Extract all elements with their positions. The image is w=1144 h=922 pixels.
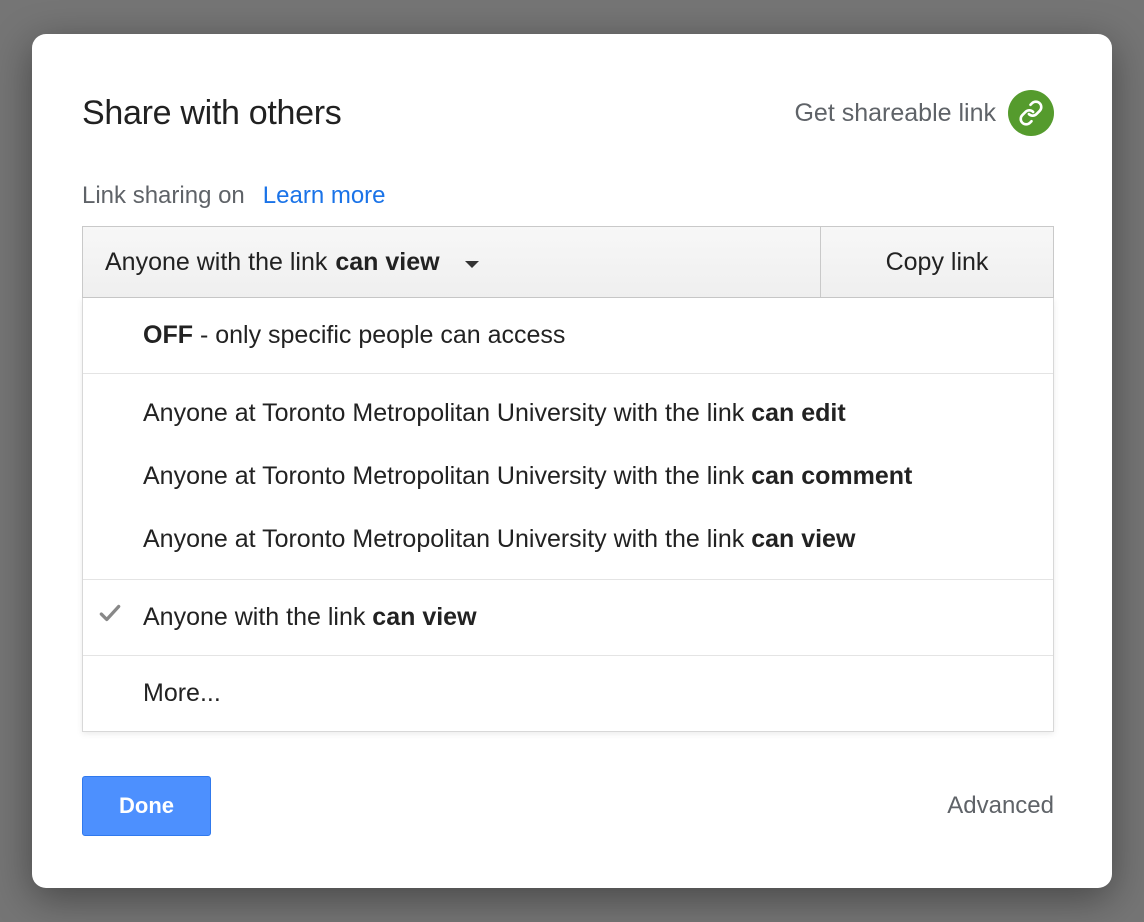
option-action: can edit: [751, 399, 845, 427]
dropdown-prefix: Anyone with the link: [105, 248, 327, 277]
dialog-header: Share with others Get shareable link: [82, 90, 1054, 136]
dialog-footer: Done Advanced: [82, 776, 1054, 836]
sharing-permission-dropdown[interactable]: Anyone with the link can view: [83, 227, 821, 297]
option-off-suffix: - only specific people can access: [193, 321, 565, 349]
learn-more-link[interactable]: Learn more: [263, 182, 386, 210]
permission-options-list: OFF - only specific people can access An…: [82, 298, 1054, 732]
share-dialog: Share with others Get shareable link Lin…: [32, 34, 1112, 888]
check-icon: [97, 600, 123, 636]
link-icon: [1008, 90, 1054, 136]
advanced-link[interactable]: Advanced: [947, 792, 1054, 820]
get-shareable-link-button[interactable]: Get shareable link: [794, 90, 1054, 136]
option-anyone-view-selected[interactable]: Anyone with the link can view: [83, 580, 1053, 655]
option-org-view[interactable]: Anyone at Toronto Metropolitan Universit…: [83, 508, 1053, 571]
option-action: can view: [372, 603, 476, 631]
dropdown-permission: can view: [335, 248, 439, 277]
chevron-down-icon: [464, 248, 480, 277]
option-action: can view: [751, 525, 855, 553]
option-text: Anyone at Toronto Metropolitan Universit…: [143, 462, 751, 490]
option-off-prefix: OFF: [143, 321, 193, 349]
done-button[interactable]: Done: [82, 776, 211, 836]
option-more[interactable]: More...: [83, 656, 1053, 731]
copy-link-button[interactable]: Copy link: [821, 227, 1053, 297]
option-off[interactable]: OFF - only specific people can access: [83, 298, 1053, 373]
link-sharing-status: Link sharing on: [82, 182, 245, 210]
option-org-edit[interactable]: Anyone at Toronto Metropolitan Universit…: [83, 382, 1053, 445]
link-sharing-status-row: Link sharing on Learn more: [82, 182, 1054, 210]
sharing-controls-row: Anyone with the link can view Copy link: [82, 226, 1054, 298]
option-text: Anyone at Toronto Metropolitan Universit…: [143, 525, 751, 553]
option-action: can comment: [751, 462, 912, 490]
option-org-comment[interactable]: Anyone at Toronto Metropolitan Universit…: [83, 445, 1053, 508]
shareable-link-label: Get shareable link: [794, 99, 996, 128]
dialog-title: Share with others: [82, 94, 341, 133]
option-text: Anyone at Toronto Metropolitan Universit…: [143, 399, 751, 427]
option-text: Anyone with the link: [143, 603, 372, 631]
